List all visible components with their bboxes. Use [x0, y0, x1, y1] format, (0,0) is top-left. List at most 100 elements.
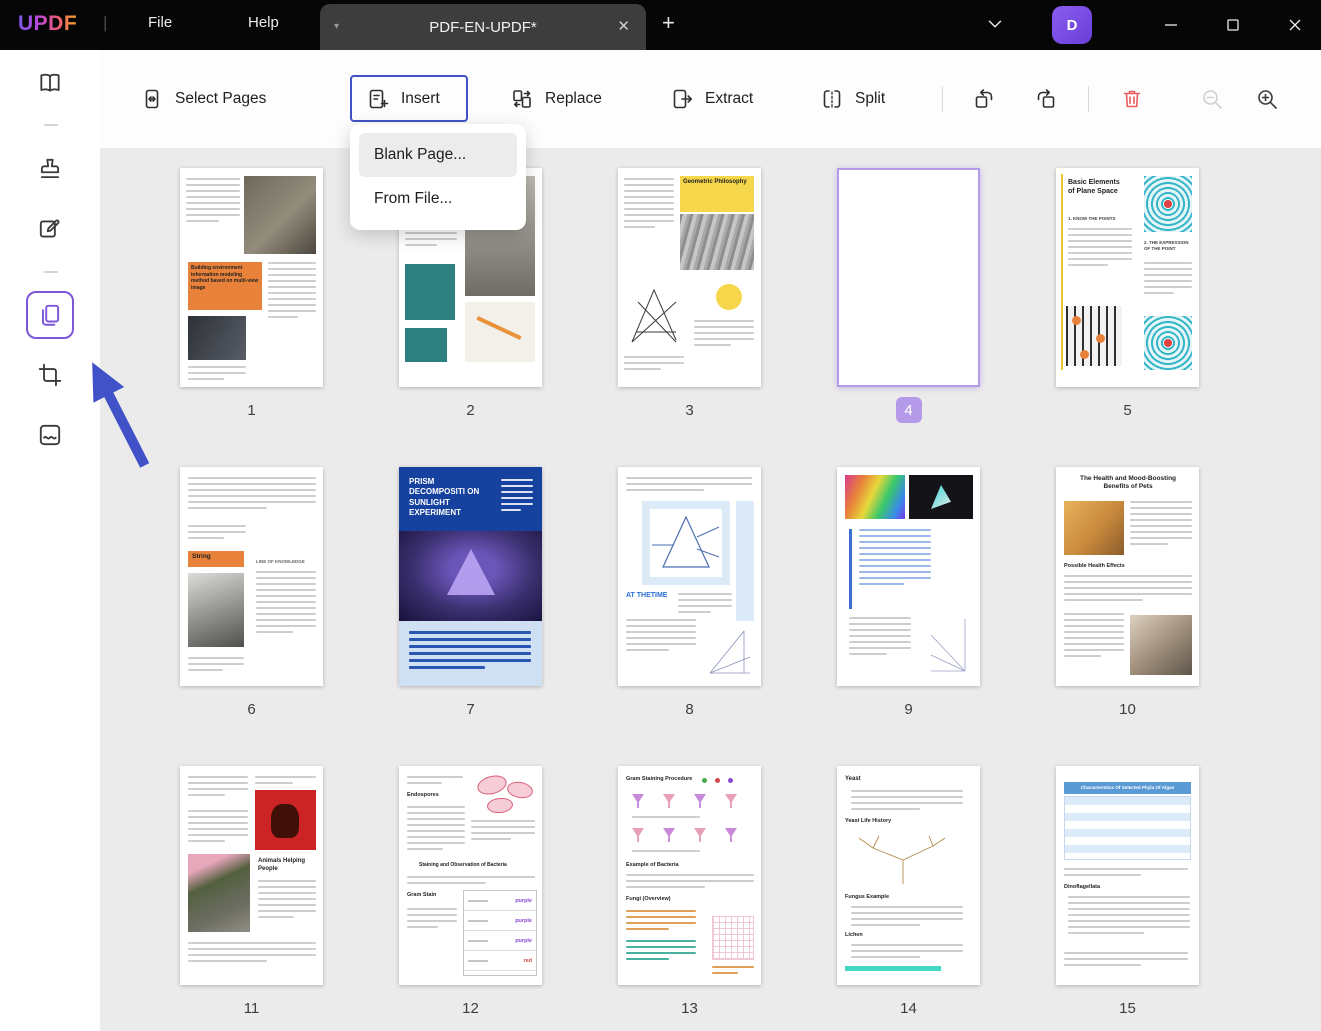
updf-app: UPDF | File Help ▾ PDF-EN-UPDF* ✕ + D: [0, 0, 1321, 1031]
thumb-subheading: 1. KNOW THE POINTS: [1068, 216, 1116, 222]
thumb-text-lines: [188, 366, 246, 380]
thumb-legend: [702, 778, 733, 783]
page-thumbnail-15[interactable]: Characteristics Of Selected Phyla Of Alg…: [1056, 766, 1199, 985]
sidebar: [0, 50, 100, 1031]
page-cell-3: Geometric Philosophy 3: [618, 168, 761, 423]
page-cell-15: Characteristics Of Selected Phyla Of Alg…: [1056, 766, 1199, 1021]
thumb-heading: Endospores: [407, 792, 439, 799]
page-cell-11: Animals Helping People 11: [180, 766, 323, 1021]
thumb-heading: Example of Bacteria: [626, 862, 679, 869]
page-thumbnail-1[interactable]: Building environment information modelin…: [180, 168, 323, 387]
page-number: 13: [618, 995, 761, 1021]
thumb-text-lines: [694, 320, 754, 346]
page-cell-7: PRISM DECOMPOSITI ON SUNLIGHT EXPERIMENT…: [399, 467, 542, 722]
document-tab[interactable]: ▾ PDF-EN-UPDF* ✕: [320, 4, 646, 50]
edit-icon[interactable]: [37, 216, 63, 242]
page-grid: Building environment information modelin…: [180, 168, 1199, 1021]
page-thumbnail-11[interactable]: Animals Helping People: [180, 766, 323, 985]
page-cell-1: Building environment information modelin…: [180, 168, 323, 423]
page-thumbnail-4-blank[interactable]: [837, 168, 980, 387]
thumb-text-lines: [859, 529, 931, 585]
page-cell-9: 9: [837, 467, 980, 722]
thumb-text-lines: [407, 776, 463, 784]
chevron-down-icon[interactable]: [984, 13, 1006, 40]
tab-close-icon[interactable]: ✕: [617, 17, 630, 35]
tab-dropdown-icon[interactable]: ▾: [334, 21, 339, 32]
thumb-text-lines: [258, 880, 316, 918]
thumb-text-lines: [409, 631, 531, 669]
avatar[interactable]: D: [1052, 6, 1092, 44]
page-thumbnail-12[interactable]: Endospores Staining and Observation of B…: [399, 766, 542, 985]
toolbar-divider: [942, 86, 943, 112]
insert-dropdown-menu: Blank Page... From File...: [350, 124, 526, 230]
close-button[interactable]: [1272, 0, 1318, 50]
menu-help[interactable]: Help: [248, 14, 279, 31]
delete-page-button[interactable]: [1120, 50, 1144, 148]
reader-icon[interactable]: [37, 70, 63, 96]
page-thumbnail-7[interactable]: PRISM DECOMPOSITI ON SUNLIGHT EXPERIMENT: [399, 467, 542, 686]
thumb-red-photo: [255, 790, 316, 850]
trash-icon: [1120, 87, 1144, 111]
thumb-text-lines: [1064, 575, 1192, 601]
menu-item-blank-page[interactable]: Blank Page...: [359, 133, 517, 177]
thumb-procedure-row: [632, 794, 737, 808]
thumb-geometry-diagram: [925, 615, 973, 675]
maximize-button[interactable]: [1210, 0, 1256, 50]
page-cell-8: AT THETIME 8: [618, 467, 761, 722]
page-thumbnail-10[interactable]: The Health and Mood-Boosting Benefits of…: [1056, 467, 1199, 686]
page-thumbnail-13[interactable]: Gram Staining Procedure Example of Bacte…: [618, 766, 761, 985]
thumb-heading: String: [188, 551, 244, 567]
organize-pages-icon[interactable]: [37, 302, 63, 328]
new-tab-button[interactable]: +: [662, 10, 675, 36]
thumb-text-lines: [188, 810, 248, 842]
page-thumbnail-5[interactable]: Basic Elements of Plane Space 1. KNOW TH…: [1056, 168, 1199, 387]
rotate-right-button[interactable]: [1034, 50, 1058, 148]
stamp-icon[interactable]: [37, 156, 63, 182]
page-thumbnail-8[interactable]: AT THETIME: [618, 467, 761, 686]
menu-item-from-file[interactable]: From File...: [359, 177, 517, 221]
select-pages-label: Select Pages: [175, 90, 266, 108]
thumb-cat-photo: [1064, 501, 1124, 555]
page-cell-6: String LINE OF KNOWLEDGE 6: [180, 467, 323, 722]
thumb-accent-rule: [1061, 174, 1063, 370]
page-number: 3: [618, 397, 761, 423]
thumb-text-lines: [1068, 228, 1132, 266]
page-number: 10: [1056, 696, 1199, 722]
page-cell-4-selected: 4: [837, 168, 980, 423]
extract-button[interactable]: Extract: [670, 50, 753, 148]
zoom-out-button: [1200, 50, 1224, 148]
thumb-title: The Health and Mood-Boosting Benefits of…: [1078, 475, 1178, 492]
minimize-button[interactable]: [1148, 0, 1194, 50]
thumb-cat-plant-photo: [188, 854, 250, 932]
thumb-cell-drawing: [506, 780, 534, 800]
thumb-heading: Staining and Observation of Bacteria: [419, 862, 529, 869]
page-thumbnail-9[interactable]: [837, 467, 980, 686]
rotate-left-button[interactable]: [972, 50, 996, 148]
thumb-text-lines: [624, 356, 684, 370]
thumb-cell-drawing: [486, 797, 513, 814]
thumb-heading: Yeast: [845, 776, 861, 784]
page-number-selected: 4: [837, 397, 980, 423]
page-number: 8: [618, 696, 761, 722]
thumb-text-lines: [626, 619, 696, 651]
select-pages-button[interactable]: Select Pages: [140, 50, 266, 148]
crop-icon[interactable]: [37, 362, 63, 388]
page-thumbnail-3[interactable]: Geometric Philosophy: [618, 168, 761, 387]
page-thumbnail-6[interactable]: String LINE OF KNOWLEDGE: [180, 467, 323, 686]
page-thumbnail-14[interactable]: Yeast Yeast Life History Fungus Example …: [837, 766, 980, 985]
page-cell-12: Endospores Staining and Observation of B…: [399, 766, 542, 1021]
thumb-yellow-circle: [716, 284, 742, 310]
thumb-text-lines: [624, 178, 674, 228]
replace-icon: [510, 87, 534, 111]
thumb-text-lines: [407, 876, 535, 884]
menu-file[interactable]: File: [148, 14, 172, 31]
thumb-text-lines: [1130, 501, 1192, 545]
watermark-icon[interactable]: [37, 422, 63, 448]
thumb-text-lines: [849, 617, 911, 655]
zoom-in-button[interactable]: [1255, 50, 1279, 148]
thumb-subheading: Possible Health Effects: [1064, 563, 1125, 570]
thumb-title: Geometric Philosophy: [680, 176, 754, 212]
thumb-geometric-sketch: [624, 282, 686, 348]
split-button[interactable]: Split: [820, 50, 885, 148]
sidebar-divider: [44, 271, 58, 273]
